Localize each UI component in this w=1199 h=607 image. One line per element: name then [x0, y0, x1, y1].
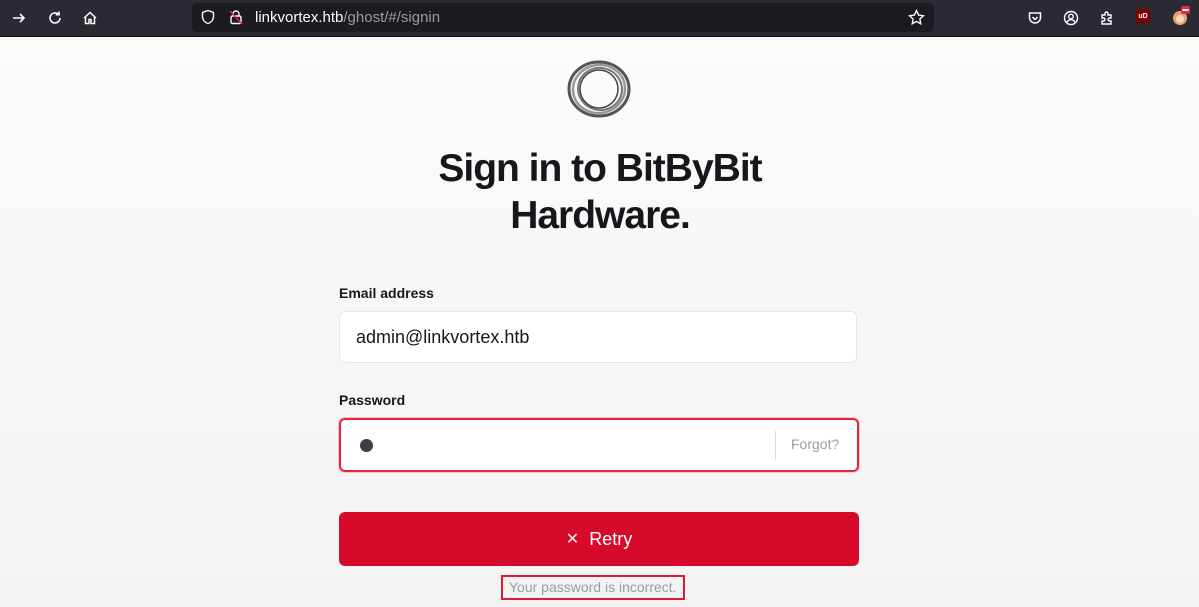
home-button[interactable]	[76, 4, 104, 32]
extensions-button[interactable]	[1093, 4, 1121, 32]
browser-toolbar: linkvortex.htb/ghost/#/signin uD	[0, 0, 1199, 37]
ublock-icon[interactable]: uD	[1136, 9, 1150, 23]
forgot-password-link[interactable]: Forgot?	[791, 436, 839, 452]
page-title: Sign in to BitByBit Hardware.	[438, 147, 762, 237]
url-host: linkvortex.htb	[255, 9, 344, 26]
reload-button[interactable]	[41, 4, 69, 32]
insecure-lock-icon[interactable]	[228, 9, 244, 25]
error-message: Your password is incorrect.	[501, 575, 685, 600]
site-logo-icon	[567, 60, 631, 118]
pocket-icon	[1028, 12, 1042, 24]
email-label: Email address	[339, 285, 434, 301]
password-label: Password	[339, 392, 406, 408]
email-field[interactable]: admin@linkvortex.htb	[339, 311, 857, 363]
address-bar[interactable]: linkvortex.htb/ghost/#/signin	[192, 3, 934, 32]
retry-button[interactable]: ✕ Retry	[339, 512, 859, 566]
reload-icon	[49, 11, 61, 24]
puzzle-icon	[1101, 11, 1112, 25]
retry-label: Retry	[589, 528, 633, 549]
arrow-right-icon	[13, 13, 26, 23]
password-divider	[775, 431, 776, 460]
url-path: /ghost/#/signin	[343, 9, 441, 26]
account-button[interactable]	[1057, 4, 1085, 32]
ublock-label: uD	[1138, 12, 1148, 20]
ghost-signin-page: Sign in to BitByBit Hardware. Email addr…	[0, 37, 1199, 607]
forward-button[interactable]	[5, 4, 33, 32]
close-icon: ✕	[565, 531, 580, 548]
home-icon	[83, 11, 97, 25]
pocket-button[interactable]	[1021, 4, 1049, 32]
url-text[interactable]: linkvortex.htb/ghost/#/signin	[255, 9, 440, 26]
password-mask-dot	[360, 439, 373, 452]
tracking-shield-icon[interactable]	[200, 9, 216, 25]
password-field[interactable]: Forgot?	[339, 418, 859, 472]
bookmark-star-icon[interactable]	[908, 9, 925, 26]
fox-extension-icon[interactable]	[1170, 6, 1190, 26]
account-icon	[1063, 10, 1079, 26]
